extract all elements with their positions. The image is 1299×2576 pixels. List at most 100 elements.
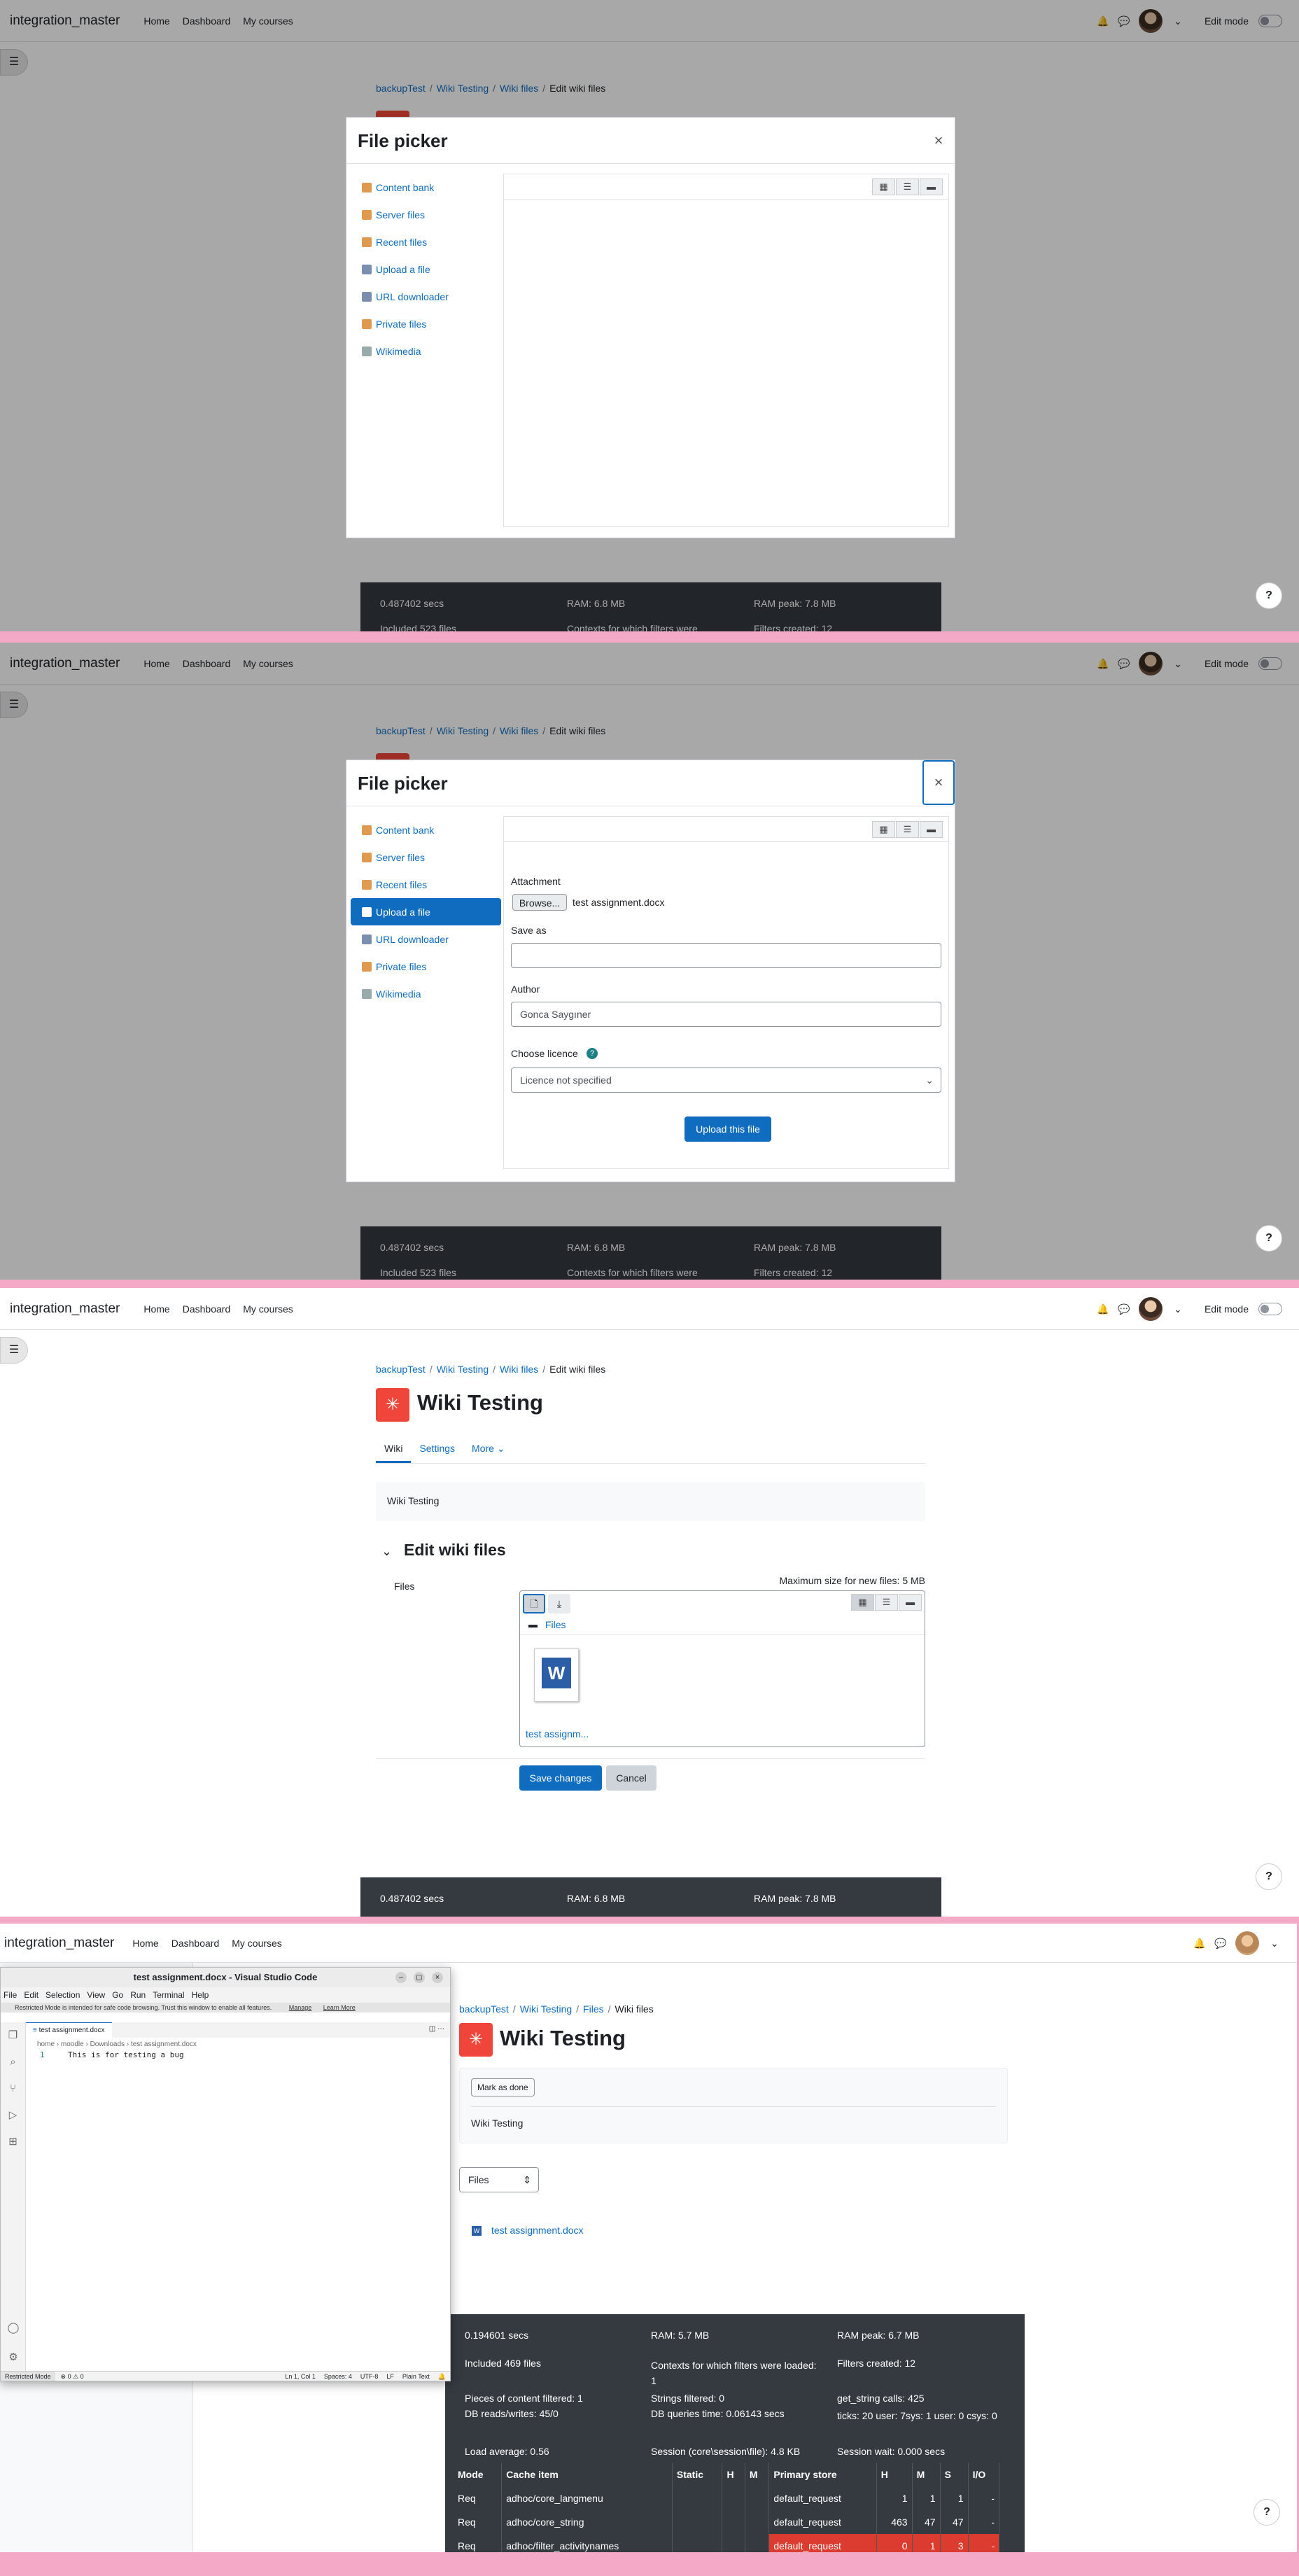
list-view-icon[interactable]: ☰ bbox=[896, 178, 919, 195]
more-actions-icon[interactable]: ◫ ⋯ bbox=[429, 2025, 444, 2033]
save-changes-button[interactable]: Save changes bbox=[519, 1765, 602, 1791]
extensions-icon[interactable]: ⊞ bbox=[1, 2129, 25, 2155]
source-control-icon[interactable]: ⑂ bbox=[1, 2076, 25, 2102]
tab-more[interactable]: More ⌄ bbox=[463, 1433, 514, 1463]
licence-select[interactable]: Licence not specified ⌄ bbox=[511, 1068, 941, 1093]
menu-terminal[interactable]: Terminal bbox=[153, 1990, 184, 2000]
avatar[interactable] bbox=[1235, 1931, 1259, 1955]
breadcrumb-course[interactable]: backupTest bbox=[376, 1364, 426, 1375]
nav-home[interactable]: Home bbox=[143, 1303, 169, 1315]
nav-my-courses[interactable]: My courses bbox=[232, 1938, 282, 1949]
nav-dashboard[interactable]: Dashboard bbox=[183, 1303, 231, 1315]
help-button[interactable]: ? bbox=[1256, 582, 1282, 609]
account-icon[interactable]: ◯ bbox=[1, 2315, 26, 2342]
save-as-input[interactable] bbox=[511, 943, 941, 968]
minimize-icon[interactable]: – bbox=[395, 1972, 407, 1983]
menu-file[interactable]: File bbox=[3, 1990, 17, 2000]
breadcrumb-wiki[interactable]: Wiki Testing bbox=[520, 2003, 572, 2015]
site-brand[interactable]: integration_master bbox=[10, 1301, 120, 1317]
bell-icon[interactable]: 🔔 bbox=[1097, 1303, 1109, 1315]
breadcrumb-course[interactable]: backupTest bbox=[459, 2003, 509, 2015]
cancel-button[interactable]: Cancel bbox=[606, 1765, 656, 1791]
tab-settings[interactable]: Settings bbox=[411, 1433, 463, 1463]
bell-icon[interactable]: 🔔 bbox=[434, 2372, 450, 2381]
upload-file-button[interactable]: Upload this file bbox=[684, 1116, 771, 1142]
repo-server-files[interactable]: Server files bbox=[351, 201, 501, 228]
repo-upload-file[interactable]: Upload a file bbox=[351, 255, 501, 283]
menu-run[interactable]: Run bbox=[130, 1990, 146, 2000]
run-debug-icon[interactable]: ▷ bbox=[1, 2102, 25, 2129]
repo-recent-files[interactable]: Recent files bbox=[351, 228, 501, 255]
browse-button[interactable]: Browse... bbox=[512, 894, 567, 911]
editor-line[interactable]: This is for testing a bug bbox=[68, 2050, 184, 2059]
editor-breadcrumb[interactable]: home › moodle › Downloads › test assignm… bbox=[37, 2040, 197, 2048]
gear-icon[interactable]: ⚙ bbox=[1, 2344, 26, 2371]
file-name[interactable]: test assignm... bbox=[526, 1728, 589, 1740]
site-brand[interactable]: integration_master bbox=[4, 1935, 114, 1951]
help-button[interactable]: ? bbox=[1256, 1863, 1282, 1890]
download-icon[interactable]: ⤓ bbox=[548, 1594, 570, 1614]
repo-private-files[interactable]: Private files bbox=[351, 953, 501, 980]
maximize-icon[interactable]: ◻ bbox=[414, 1972, 425, 1983]
chat-icon[interactable]: 💬 bbox=[1214, 1938, 1226, 1949]
menu-help[interactable]: Help bbox=[192, 1990, 209, 2000]
edit-mode-toggle[interactable] bbox=[1258, 1303, 1282, 1315]
repo-url-downloader[interactable]: URL downloader bbox=[351, 283, 501, 310]
repo-wikimedia[interactable]: Wikimedia bbox=[351, 980, 501, 1007]
chevron-down-icon[interactable]: ⌄ bbox=[1269, 1938, 1280, 1949]
search-icon[interactable]: ⌕ bbox=[1, 2049, 25, 2076]
nav-home[interactable]: Home bbox=[132, 1938, 158, 1949]
menu-selection[interactable]: Selection bbox=[45, 1990, 80, 2000]
breadcrumb-wiki-files[interactable]: Wiki files bbox=[500, 1364, 538, 1375]
explorer-icon[interactable]: ❐ bbox=[1, 2022, 25, 2049]
chat-icon[interactable]: 💬 bbox=[1118, 1303, 1130, 1315]
menu-go[interactable]: Go bbox=[112, 1990, 123, 2000]
grid-view-icon[interactable]: ▦ bbox=[872, 178, 895, 195]
help-button[interactable]: ? bbox=[1256, 1225, 1282, 1252]
repo-url-downloader[interactable]: URL downloader bbox=[351, 925, 501, 953]
folder-view-icon[interactable]: ▬ bbox=[920, 821, 943, 838]
repo-wikimedia[interactable]: Wikimedia bbox=[351, 337, 501, 365]
restricted-mode-status[interactable]: Restricted Mode bbox=[1, 2372, 55, 2381]
avatar[interactable] bbox=[1138, 1297, 1163, 1321]
nav-dashboard[interactable]: Dashboard bbox=[171, 1938, 220, 1949]
help-button[interactable]: ? bbox=[1254, 2499, 1280, 2526]
file-link[interactable]: test assignment.docx bbox=[491, 2225, 584, 2236]
add-file-icon[interactable]: 🗋 bbox=[523, 1594, 545, 1614]
repo-content-bank[interactable]: Content bank bbox=[351, 816, 501, 844]
docx-file-icon[interactable]: W bbox=[534, 1648, 579, 1702]
mark-as-done-button[interactable]: Mark as done bbox=[471, 2078, 535, 2096]
menu-edit[interactable]: Edit bbox=[24, 1990, 38, 2000]
line-ending[interactable]: LF bbox=[382, 2372, 398, 2381]
bell-icon[interactable]: 🔔 bbox=[1193, 1938, 1205, 1949]
cursor-position[interactable]: Ln 1, Col 1 bbox=[281, 2372, 320, 2381]
nav-my-courses[interactable]: My courses bbox=[243, 1303, 293, 1315]
list-view-icon[interactable]: ☰ bbox=[875, 1594, 898, 1611]
list-view-icon[interactable]: ☰ bbox=[896, 821, 919, 838]
repo-private-files[interactable]: Private files bbox=[351, 310, 501, 337]
learn-more-link[interactable]: Learn More bbox=[323, 2004, 356, 2011]
help-icon[interactable]: ? bbox=[587, 1048, 598, 1059]
repo-content-bank[interactable]: Content bank bbox=[351, 174, 501, 201]
encoding[interactable]: UTF-8 bbox=[356, 2372, 383, 2381]
chevron-down-icon[interactable]: ⌄ bbox=[381, 1544, 392, 1559]
page-select[interactable]: Files ⇕ bbox=[459, 2167, 539, 2192]
chevron-down-icon[interactable]: ⌄ bbox=[1172, 1303, 1184, 1315]
close-icon[interactable]: × bbox=[432, 1972, 443, 1983]
repo-server-files[interactable]: Server files bbox=[351, 844, 501, 871]
drawer-toggle-button[interactable]: ☰ bbox=[0, 1337, 28, 1364]
indentation[interactable]: Spaces: 4 bbox=[320, 2372, 356, 2381]
breadcrumb-wiki[interactable]: Wiki Testing bbox=[437, 1364, 489, 1375]
breadcrumb-files[interactable]: Files bbox=[583, 2003, 604, 2015]
language-mode[interactable]: Plain Text bbox=[398, 2372, 434, 2381]
author-input[interactable]: Gonca Saygıner bbox=[511, 1002, 941, 1027]
grid-view-icon[interactable]: ▦ bbox=[851, 1594, 874, 1611]
grid-view-icon[interactable]: ▦ bbox=[872, 821, 895, 838]
folder-view-icon[interactable]: ▬ bbox=[899, 1594, 922, 1611]
folder-path[interactable]: Files bbox=[545, 1619, 566, 1630]
repo-recent-files[interactable]: Recent files bbox=[351, 871, 501, 898]
repo-upload-file[interactable]: Upload a file bbox=[351, 898, 501, 925]
editor-tab[interactable]: ≡ test assignment.docx bbox=[26, 2022, 112, 2038]
menu-view[interactable]: View bbox=[87, 1990, 105, 2000]
manage-link[interactable]: Manage bbox=[289, 2004, 312, 2011]
